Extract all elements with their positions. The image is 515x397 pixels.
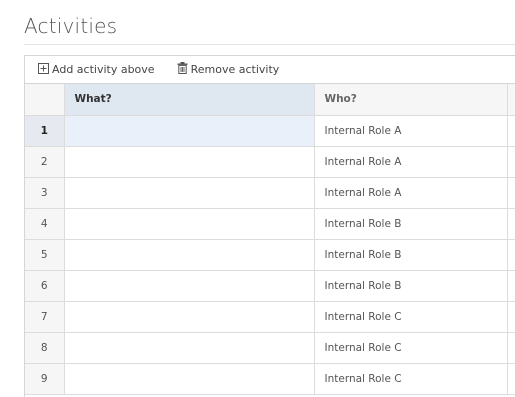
row-number[interactable]: 4 [25, 208, 65, 240]
add-activity-label: Add activity above [52, 63, 155, 76]
what-cell[interactable] [64, 208, 315, 240]
add-activity-above-button[interactable]: Add activity above [38, 62, 155, 77]
what-cell[interactable] [64, 146, 315, 178]
who-cell[interactable]: Internal Role C [314, 301, 508, 333]
activities-panel: Add activity above Remove activity What?… [24, 55, 515, 397]
column-header-what[interactable]: What? [64, 84, 315, 116]
who-cell[interactable]: Internal Role A [314, 115, 508, 147]
what-cell[interactable] [64, 363, 315, 395]
what-cell[interactable] [64, 115, 315, 147]
activities-page: Activities Add activity above Remove act… [0, 0, 515, 397]
who-cell[interactable]: Internal Role A [314, 146, 508, 178]
table-row[interactable]: 9 Internal Role C [25, 363, 515, 395]
toolbar: Add activity above Remove activity [25, 56, 515, 84]
extra-cell [507, 239, 515, 271]
who-cell[interactable]: Internal Role A [314, 177, 508, 209]
row-number[interactable]: 8 [25, 332, 65, 364]
activities-table: What? Who? 1 Internal Role A 2 Internal Rol… [25, 84, 515, 395]
what-cell[interactable] [64, 239, 315, 271]
table-row[interactable]: 8 Internal Role C [25, 332, 515, 364]
who-cell[interactable]: Internal Role C [314, 363, 508, 395]
column-header-who[interactable]: Who? [314, 84, 508, 116]
remove-activity-label: Remove activity [190, 63, 280, 76]
column-header-extra [507, 84, 515, 116]
who-cell[interactable]: Internal Role B [314, 239, 508, 271]
table-row[interactable]: 7 Internal Role C [25, 301, 515, 333]
row-number[interactable]: 2 [25, 146, 65, 178]
row-number[interactable]: 7 [25, 301, 65, 333]
what-cell[interactable] [64, 332, 315, 364]
extra-cell [507, 332, 515, 364]
row-number[interactable]: 1 [25, 115, 65, 147]
corner-cell[interactable] [25, 84, 65, 116]
extra-cell [507, 363, 515, 395]
table-row[interactable]: 6 Internal Role B [25, 270, 515, 302]
what-cell[interactable] [64, 301, 315, 333]
extra-cell [507, 115, 515, 147]
extra-cell [507, 208, 515, 240]
title-divider [24, 44, 515, 45]
what-cell[interactable] [64, 177, 315, 209]
extra-cell [507, 301, 515, 333]
who-cell[interactable]: Internal Role B [314, 208, 508, 240]
table-row[interactable]: 3 Internal Role A [25, 177, 515, 209]
remove-activity-button[interactable]: Remove activity [177, 62, 280, 77]
table-row[interactable]: 1 Internal Role A [25, 115, 515, 147]
row-number[interactable]: 3 [25, 177, 65, 209]
extra-cell [507, 177, 515, 209]
table-row[interactable]: 4 Internal Role B [25, 208, 515, 240]
trash-icon [177, 62, 191, 77]
row-number[interactable]: 6 [25, 270, 65, 302]
table-row[interactable]: 5 Internal Role B [25, 239, 515, 271]
row-number[interactable]: 9 [25, 363, 65, 395]
who-cell[interactable]: Internal Role B [314, 270, 508, 302]
extra-cell [507, 146, 515, 178]
section-title: Activities [24, 14, 118, 38]
who-cell[interactable]: Internal Role C [314, 332, 508, 364]
table-row[interactable]: 2 Internal Role A [25, 146, 515, 178]
table-body: 1 Internal Role A 2 Internal Role A 3 Interna… [25, 115, 515, 395]
table-header-row: What? Who? [25, 84, 515, 116]
row-number[interactable]: 5 [25, 239, 65, 271]
plus-square-icon [38, 62, 52, 77]
extra-cell [507, 270, 515, 302]
what-cell[interactable] [64, 270, 315, 302]
